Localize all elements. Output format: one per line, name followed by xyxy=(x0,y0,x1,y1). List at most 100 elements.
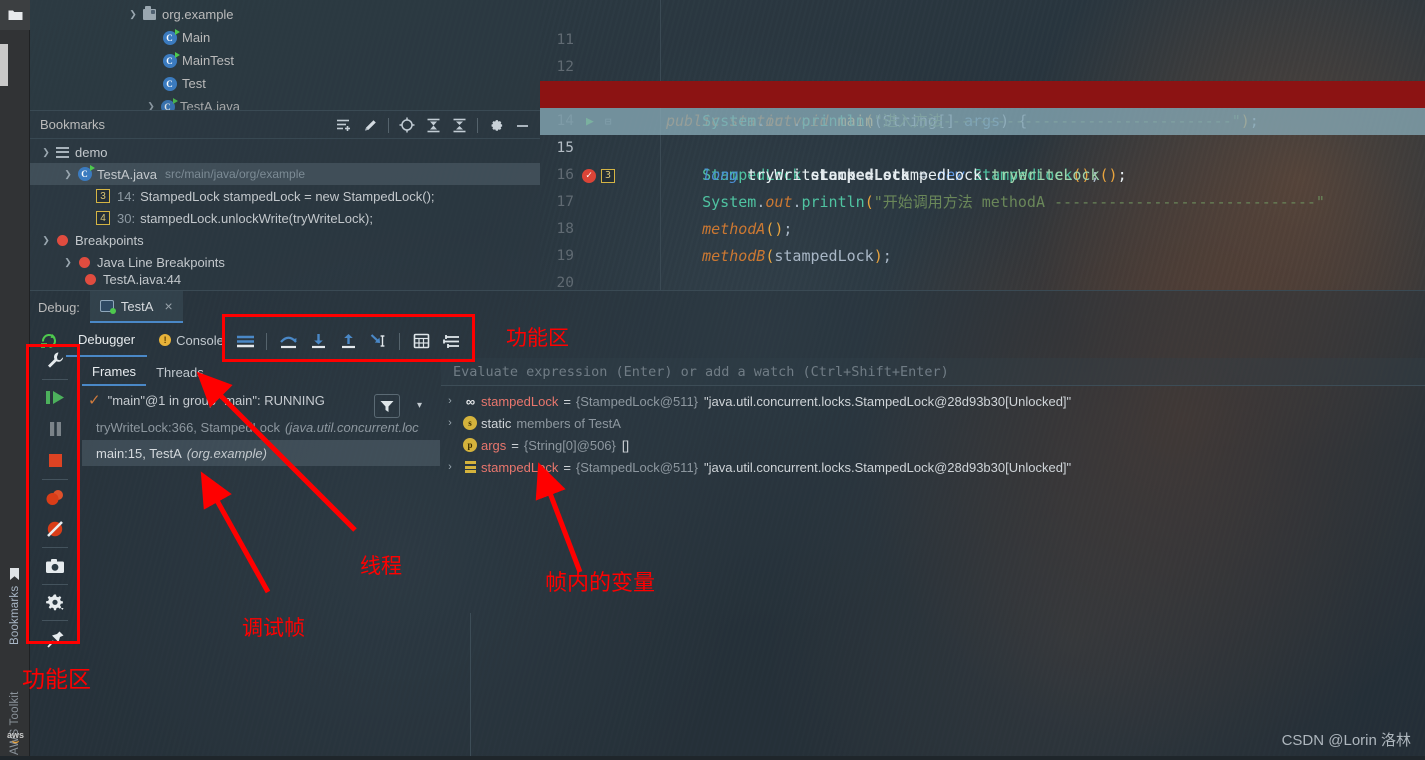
debug-session-title: TestA xyxy=(120,298,154,314)
project-tree-panel[interactable]: ❯ org.example C Main C MainTest C Test ❯… xyxy=(30,0,540,110)
chevron-down-icon[interactable]: ❯ xyxy=(125,9,141,20)
bookmark-entry[interactable]: 3 14: StampedLock stampedLock = new Stam… xyxy=(30,185,540,207)
tree-row-maintest[interactable]: C MainTest xyxy=(30,49,540,72)
bookmark-lineno: 14: xyxy=(117,188,136,204)
rail-tab-bookmarks[interactable]: Bookmarks xyxy=(0,540,30,645)
bookmark-group-demo[interactable]: ❯ demo xyxy=(30,141,540,163)
frame-package: (java.util.concurrent.loc xyxy=(285,419,419,435)
tab-console[interactable]: ! Console xyxy=(147,323,236,357)
view-breakpoints-icon[interactable] xyxy=(35,482,75,514)
tree-row-test[interactable]: C Test xyxy=(30,72,540,95)
variable-ref: {StampedLock@511} xyxy=(575,393,699,409)
close-icon[interactable]: × xyxy=(164,298,172,314)
divider xyxy=(42,583,68,585)
locate-icon[interactable] xyxy=(395,113,419,137)
variable-row-local[interactable]: › stampedLock = {StampedLock@511} "java.… xyxy=(441,456,1425,478)
debug-label: Debug: xyxy=(38,299,80,315)
window-bottom-edge xyxy=(0,756,1425,760)
variables-tree[interactable]: › ∞ stampedLock = {StampedLock@511} "jav… xyxy=(441,390,1425,478)
equals-sign: = xyxy=(563,393,571,409)
tree-row-testa[interactable]: ❯ C TestA.java xyxy=(30,95,540,110)
scrollbar-thumb[interactable] xyxy=(0,44,8,86)
stack-frame-row-selected[interactable]: main:15, TestA (org.example) xyxy=(82,440,440,466)
camera-icon[interactable] xyxy=(35,550,75,582)
hide-window-icon[interactable] xyxy=(510,113,534,137)
settings-gear-icon[interactable] xyxy=(484,113,508,137)
variable-value: "java.util.concurrent.locks.StampedLock@… xyxy=(704,393,1072,409)
bookmark-label: Java Line Breakpoints xyxy=(97,254,225,270)
step-over-icon[interactable] xyxy=(273,326,303,356)
bookmark-entry[interactable]: 4 30: stampedLock.unlockWrite(tryWriteLo… xyxy=(30,207,540,229)
stop-icon[interactable] xyxy=(35,445,75,477)
java-class-run-icon: C xyxy=(159,97,178,110)
editor-line-breakpoint[interactable]: 14 ✓ 3 StampedLock stampedLock = new Sta… xyxy=(540,81,1425,184)
editor-line[interactable]: 16 System.out.println("开始调用方法 methodA --… xyxy=(540,135,1425,211)
editor-line[interactable]: 11 xyxy=(540,0,1425,48)
parameter-badge-icon: p xyxy=(459,438,481,452)
vertical-splitter[interactable] xyxy=(470,613,471,760)
chevron-down-icon[interactable]: ▾ xyxy=(417,400,422,411)
mute-breakpoints-icon[interactable] xyxy=(35,513,75,545)
debug-session-tab-testa[interactable]: TestA × xyxy=(89,291,183,323)
chevron-down-icon[interactable]: ❯ xyxy=(60,257,76,268)
bookmark-group-breakpoints[interactable]: ❯ Breakpoints xyxy=(30,229,540,251)
bookmark-breakpoint-testa44[interactable]: TestA.java:44 xyxy=(30,273,540,285)
annotation-label-variables: 帧内的变量 xyxy=(545,571,656,596)
step-into-icon[interactable] xyxy=(303,326,333,356)
edit-icon[interactable] xyxy=(358,113,382,137)
frames-tab-bar: Frames Threads xyxy=(82,358,440,386)
variable-row-watch[interactable]: › ∞ stampedLock = {StampedLock@511} "jav… xyxy=(441,390,1425,412)
evaluate-expression-input[interactable]: Evaluate expression (Enter) or add a wat… xyxy=(441,358,1425,386)
filter-icon[interactable] xyxy=(374,394,400,418)
bookmarks-tree[interactable]: ❯ demo ❯ C TestA.java src/main/java/org/… xyxy=(30,139,540,285)
variable-value: "java.util.concurrent.locks.StampedLock@… xyxy=(704,459,1072,475)
add-bookmark-list-icon[interactable] xyxy=(332,113,356,137)
variable-name: stampedLock xyxy=(481,459,559,475)
tree-row-package[interactable]: ❯ org.example xyxy=(30,3,540,26)
variable-row-static[interactable]: › s static members of TestA xyxy=(441,412,1425,434)
variable-row-args[interactable]: p args = {String[0]@506} [] xyxy=(441,434,1425,456)
chevron-down-icon[interactable]: ❯ xyxy=(143,101,159,110)
bookmark-file-testa[interactable]: ❯ C TestA.java src/main/java/org/example xyxy=(30,163,540,185)
pause-program-icon[interactable] xyxy=(35,413,75,445)
resume-program-icon[interactable] xyxy=(35,382,75,414)
tab-debugger-label: Debugger xyxy=(78,331,136,347)
tab-threads-label: Threads xyxy=(156,364,204,380)
editor-line[interactable]: 12 ▶ ⊟ public static void main(String[] … xyxy=(540,27,1425,130)
variable-static-text: members of TestA xyxy=(516,415,621,431)
warning-icon: ! xyxy=(159,334,172,346)
code-editor[interactable]: 11 12 ▶ ⊟ public static void main(String… xyxy=(540,0,1425,290)
settings-gear-icon[interactable] xyxy=(35,587,75,619)
expand-all-icon[interactable] xyxy=(421,113,445,137)
variable-ref: {StampedLock@511} xyxy=(575,459,699,475)
editor-line-current[interactable]: 15 long tryWriteLock = stampedLock.tryWr… xyxy=(540,108,1425,184)
chevron-down-icon[interactable]: ❯ xyxy=(38,147,54,158)
bookmark-group-java-line-breakpoints[interactable]: ❯ Java Line Breakpoints xyxy=(30,251,540,273)
settings-list-icon[interactable] xyxy=(436,326,466,356)
run-to-cursor-icon[interactable] xyxy=(363,326,393,356)
editor-line[interactable]: 19 xyxy=(540,216,1425,264)
editor-line[interactable]: 21 dog.run(); xyxy=(540,270,1425,288)
tree-row-main[interactable]: C Main xyxy=(30,26,540,49)
chevron-right-icon[interactable]: › xyxy=(441,417,459,429)
red-dot-icon xyxy=(54,232,71,248)
chevron-right-icon[interactable]: › xyxy=(441,395,459,407)
chevron-down-icon[interactable]: ❯ xyxy=(60,169,76,180)
tab-frames[interactable]: Frames xyxy=(82,358,147,386)
editor-line[interactable]: 20 Dog dog = new Dog(); xyxy=(540,243,1425,290)
chevron-down-icon[interactable]: ❯ xyxy=(38,235,54,246)
editor-line[interactable]: 17 methodA(); xyxy=(540,162,1425,238)
pin-icon[interactable] xyxy=(35,623,75,655)
editor-line[interactable]: 18 methodB(stampedLock); xyxy=(540,189,1425,265)
editor-line[interactable]: 13 System.out.println("进入方法-------------… xyxy=(540,54,1425,130)
project-folder-button[interactable] xyxy=(0,0,30,30)
wrench-icon[interactable] xyxy=(35,345,75,377)
show-execution-point-icon[interactable] xyxy=(230,326,260,356)
step-out-icon[interactable] xyxy=(333,326,363,356)
evaluate-expression-icon[interactable] xyxy=(406,326,436,356)
tab-threads[interactable]: Threads xyxy=(146,358,214,386)
collapse-all-icon[interactable] xyxy=(447,113,471,137)
chevron-right-icon[interactable]: › xyxy=(441,461,459,473)
frame-package: (org.example) xyxy=(186,445,267,461)
tree-label: MainTest xyxy=(182,53,235,68)
